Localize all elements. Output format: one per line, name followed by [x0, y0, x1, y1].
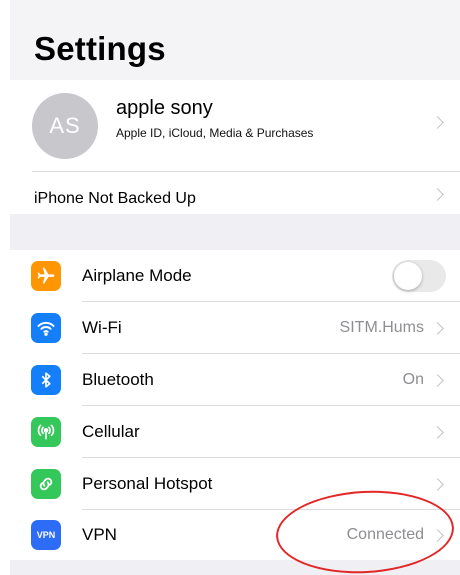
chevron-right-icon: [431, 188, 444, 201]
chevron-right-icon: [431, 116, 444, 129]
page-title: Settings: [34, 30, 166, 67]
cellular-label: Cellular: [82, 422, 140, 441]
vpn-icon: VPN: [31, 520, 61, 550]
profile-name: apple sony: [116, 97, 213, 119]
hotspot-link-icon: [31, 469, 61, 499]
chevron-right-icon: [431, 478, 444, 491]
chevron-right-icon: [431, 374, 444, 387]
bluetooth-icon: [31, 365, 61, 395]
wifi-row[interactable]: Wi-Fi SITM.Hums: [10, 302, 460, 354]
airplane-mode-label: Airplane Mode: [82, 266, 192, 285]
backup-label: iPhone Not Backed Up: [34, 190, 196, 207]
toggle-knob: [394, 262, 422, 290]
chevron-right-icon: [431, 322, 444, 335]
wifi-network-value: SITM.Hums: [339, 319, 424, 336]
chevron-right-icon: [431, 426, 444, 439]
profile-subtitle: Apple ID, iCloud, Media & Purchases: [116, 126, 314, 140]
airplane-icon: [31, 261, 61, 291]
bluetooth-value: On: [402, 371, 424, 388]
wifi-label: Wi-Fi: [82, 318, 122, 337]
settings-screen: Settings AS apple sony Apple ID, iCloud,…: [10, 0, 460, 575]
vpn-label: VPN: [82, 525, 117, 544]
bluetooth-row[interactable]: Bluetooth On: [10, 354, 460, 406]
apple-id-row[interactable]: AS apple sony Apple ID, iCloud, Media & …: [10, 80, 460, 172]
profile-group: AS apple sony Apple ID, iCloud, Media & …: [10, 80, 460, 214]
cellular-row[interactable]: Cellular: [10, 406, 460, 458]
airplane-mode-row: Airplane Mode: [10, 250, 460, 302]
backup-row[interactable]: iPhone Not Backed Up: [10, 172, 460, 214]
bluetooth-label: Bluetooth: [82, 370, 154, 389]
airplane-mode-toggle[interactable]: [392, 260, 446, 292]
title-bar: Settings: [10, 0, 460, 80]
personal-hotspot-label: Personal Hotspot: [82, 474, 213, 493]
avatar: AS: [32, 93, 98, 159]
wifi-icon: [31, 313, 61, 343]
cellular-antenna-icon: [31, 417, 61, 447]
